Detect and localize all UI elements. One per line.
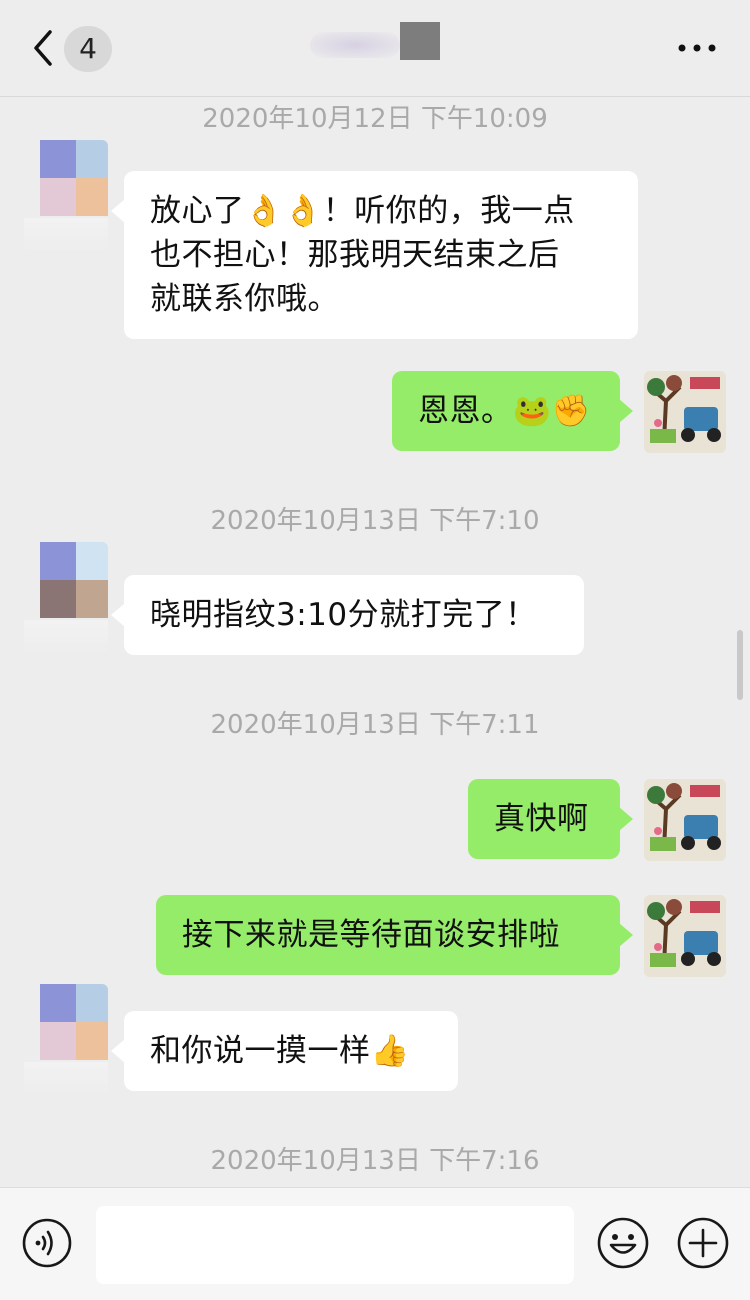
more-button[interactable] bbox=[672, 30, 722, 66]
more-functions-button[interactable] bbox=[676, 1216, 730, 1270]
my-avatar[interactable] bbox=[644, 371, 726, 453]
message-line: 放心了👌👌！听你的，我一点 bbox=[150, 193, 575, 229]
message-input[interactable] bbox=[96, 1206, 574, 1284]
incoming-message[interactable]: 放心了👌👌！听你的，我一点 也不担心！那我明天结束之后 就联系你哦。 bbox=[111, 171, 638, 339]
contact-avatar[interactable] bbox=[24, 984, 108, 1096]
message-line: 也不担心！那我明天结束之后 bbox=[150, 237, 560, 273]
outgoing-message[interactable]: 恩恩。🐸✊ bbox=[392, 371, 633, 451]
scrollbar[interactable] bbox=[737, 630, 743, 700]
unread-count-badge[interactable]: 4 bbox=[64, 26, 112, 72]
back-button[interactable] bbox=[26, 26, 66, 70]
input-bar bbox=[0, 1187, 750, 1300]
chevron-left-icon bbox=[34, 30, 52, 66]
timestamp: 2020年10月13日 下午7:16 bbox=[210, 1146, 540, 1176]
timestamp: 2020年10月13日 下午7:11 bbox=[210, 710, 540, 740]
plus-icon bbox=[677, 1217, 729, 1269]
outgoing-message[interactable]: 接下来就是等待面谈安排啦 bbox=[156, 895, 633, 975]
contact-name-redacted bbox=[300, 22, 460, 66]
message-line: 就联系你哦。 bbox=[150, 281, 339, 317]
contact-avatar[interactable] bbox=[24, 542, 108, 654]
more-icon bbox=[678, 44, 716, 52]
my-avatar[interactable] bbox=[644, 895, 726, 977]
contact-avatar[interactable] bbox=[24, 140, 108, 252]
lego-avatar-image bbox=[644, 779, 726, 861]
timestamp: 2020年10月13日 下午7:10 bbox=[210, 506, 540, 536]
lego-avatar-image bbox=[644, 371, 726, 453]
voice-button[interactable] bbox=[22, 1218, 72, 1268]
emoji-button[interactable] bbox=[596, 1216, 650, 1270]
lego-avatar-image bbox=[644, 895, 726, 977]
timestamp: 2020年10月12日 下午10:09 bbox=[202, 104, 548, 134]
voice-icon bbox=[22, 1218, 72, 1268]
smiley-icon bbox=[597, 1217, 649, 1269]
chat-header: 4 bbox=[0, 0, 750, 97]
message-list[interactable]: 2020年10月12日 下午10:09 放心了👌👌！听你的，我一点 也不担心！那… bbox=[0, 97, 750, 1187]
incoming-message[interactable]: 晓明指纹3:10分就打完了！ bbox=[111, 575, 584, 655]
my-avatar[interactable] bbox=[644, 779, 726, 861]
outgoing-message[interactable]: 真快啊 bbox=[468, 779, 633, 859]
incoming-message[interactable]: 和你说一摸一样👍 bbox=[111, 1011, 458, 1091]
